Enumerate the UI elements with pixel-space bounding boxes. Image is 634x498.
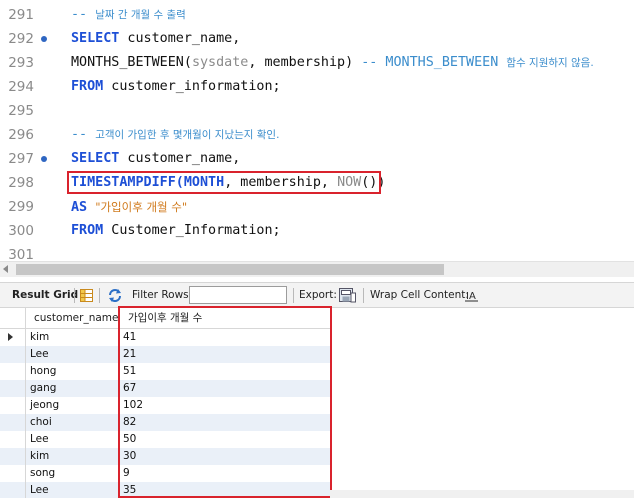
row-gutter[interactable] — [0, 363, 26, 380]
code-token: customer_name, — [119, 151, 241, 166]
code-token: AS — [71, 200, 88, 215]
code-token: -- — [71, 127, 96, 142]
cell-customer-name[interactable]: kim — [26, 329, 119, 346]
code-token: customer_information; — [103, 79, 281, 94]
code-token: 고객이 가입한 후 몇개월이 지났는지 확인. — [95, 129, 280, 141]
row-gutter[interactable] — [0, 329, 26, 346]
code-line[interactable]: 293 MONTHS_BETWEEN(sysdate, membership) -… — [0, 51, 634, 75]
code-line[interactable]: 294 FROM customer_information; — [0, 75, 634, 99]
code-token: "가입이후 개월 수" — [95, 200, 188, 214]
refresh-icon[interactable] — [107, 288, 123, 303]
code-text: -- 날짜 간 개월 수 출력 — [71, 3, 186, 27]
code-token: sysdate — [191, 55, 249, 70]
line-number: 292 — [8, 31, 34, 47]
column-header-customer-name[interactable]: customer_name — [26, 308, 119, 328]
sql-editor[interactable]: 291 -- 날짜 간 개월 수 출력 292 SELECT customer_nam… — [0, 0, 634, 261]
line-number: 296 — [8, 127, 34, 143]
cell-customer-name[interactable]: jeong — [26, 397, 119, 414]
code-token: 함수 지원하지 않음. — [506, 57, 594, 69]
svg-text:IA: IA — [466, 291, 476, 302]
code-token: FROM — [71, 79, 104, 94]
cell-customer-name[interactable]: Lee — [26, 431, 119, 448]
code-line[interactable]: 297 SELECT customer_name, — [0, 147, 634, 171]
code-text: SELECT customer_name, — [71, 147, 240, 171]
row-gutter[interactable] — [0, 465, 26, 482]
highlight-box-timestampdiff — [67, 171, 381, 194]
row-gutter[interactable] — [0, 448, 26, 465]
line-number: 295 — [8, 103, 34, 119]
line-number: 297 — [8, 151, 34, 167]
row-gutter[interactable] — [0, 346, 26, 363]
code-line[interactable]: 296 -- 고객이 가입한 후 몇개월이 지났는지 확인. — [0, 123, 634, 147]
editor-horizontal-scrollbar[interactable] — [0, 261, 634, 277]
filter-rows-input[interactable] — [189, 286, 287, 304]
code-token: customer_name, — [119, 31, 241, 46]
cell-customer-name[interactable]: song — [26, 465, 119, 482]
result-toolbar: Result Grid Filter Rows: Export: Wrap Ce… — [0, 282, 634, 308]
toolbar-divider — [74, 288, 75, 303]
export-file-icon[interactable] — [339, 288, 356, 303]
code-line[interactable]: 300 FROM Customer_Information; — [0, 219, 634, 243]
cell-customer-name[interactable]: hong — [26, 363, 119, 380]
row-gutter[interactable] — [0, 414, 26, 431]
code-line[interactable]: 295 — [0, 99, 634, 123]
code-token: MONTHS_BETWEEN( — [71, 55, 192, 70]
toolbar-divider — [293, 288, 294, 303]
grid-horizontal-scrollbar[interactable] — [330, 490, 634, 498]
cell-customer-name[interactable]: Lee — [26, 346, 119, 363]
toolbar-divider — [99, 288, 100, 303]
header-gutter — [0, 308, 26, 328]
code-line[interactable]: 301 — [0, 243, 634, 261]
current-row-arrow-icon — [8, 333, 13, 341]
code-token: SELECT — [71, 31, 120, 46]
statement-marker-icon[interactable] — [41, 36, 47, 42]
row-gutter[interactable] — [0, 380, 26, 397]
wrap-cell-content-label: Wrap Cell Content: — [370, 289, 469, 301]
result-grid-tab[interactable]: Result Grid — [12, 283, 78, 308]
code-text: AS "가입이후 개월 수" — [71, 195, 187, 220]
statement-marker-icon[interactable] — [41, 156, 47, 162]
code-token: SELECT — [71, 151, 120, 166]
code-token: , membership) — [248, 55, 362, 70]
cell-customer-name[interactable]: gang — [26, 380, 119, 397]
line-number: 298 — [8, 175, 34, 191]
code-token: FROM — [71, 223, 104, 238]
code-token: -- MONTHS_BETWEEN — [361, 55, 507, 70]
filter-rows-label: Filter Rows: — [132, 289, 193, 301]
code-line[interactable]: 292 SELECT customer_name, — [0, 27, 634, 51]
line-number: 299 — [8, 199, 34, 215]
code-token: Customer_Information; — [103, 223, 281, 238]
highlight-box-months-column — [118, 306, 332, 498]
line-number: 294 — [8, 79, 34, 95]
scroll-left-arrow-icon[interactable] — [3, 265, 8, 273]
code-token: 날짜 간 개월 수 출력 — [95, 9, 186, 21]
code-text: FROM customer_information; — [71, 75, 281, 99]
code-text: FROM Customer_Information; — [71, 219, 281, 243]
row-gutter[interactable] — [0, 431, 26, 448]
scrollbar-thumb[interactable] — [16, 264, 444, 275]
grid-view-icon[interactable] — [80, 289, 93, 302]
cell-customer-name[interactable]: Lee — [26, 482, 119, 498]
row-gutter[interactable] — [0, 482, 26, 498]
code-text: -- 고객이 가입한 후 몇개월이 지났는지 확인. — [71, 123, 279, 147]
line-number: 300 — [8, 223, 34, 239]
export-label: Export: — [299, 289, 337, 301]
row-gutter[interactable] — [0, 397, 26, 414]
code-text: MONTHS_BETWEEN(sysdate, membership) -- M… — [71, 51, 594, 75]
cell-customer-name[interactable]: choi — [26, 414, 119, 431]
wrap-text-icon[interactable]: IA — [465, 289, 479, 302]
code-line[interactable]: 299 AS "가입이후 개월 수" — [0, 195, 634, 219]
line-number: 293 — [8, 55, 34, 71]
line-number: 301 — [8, 247, 34, 261]
line-number: 291 — [8, 7, 34, 23]
toolbar-divider — [363, 288, 364, 303]
cell-customer-name[interactable]: kim — [26, 448, 119, 465]
code-text: SELECT customer_name, — [71, 27, 240, 51]
code-token: -- — [71, 7, 96, 22]
code-line[interactable]: 291 -- 날짜 간 개월 수 출력 — [0, 3, 634, 27]
